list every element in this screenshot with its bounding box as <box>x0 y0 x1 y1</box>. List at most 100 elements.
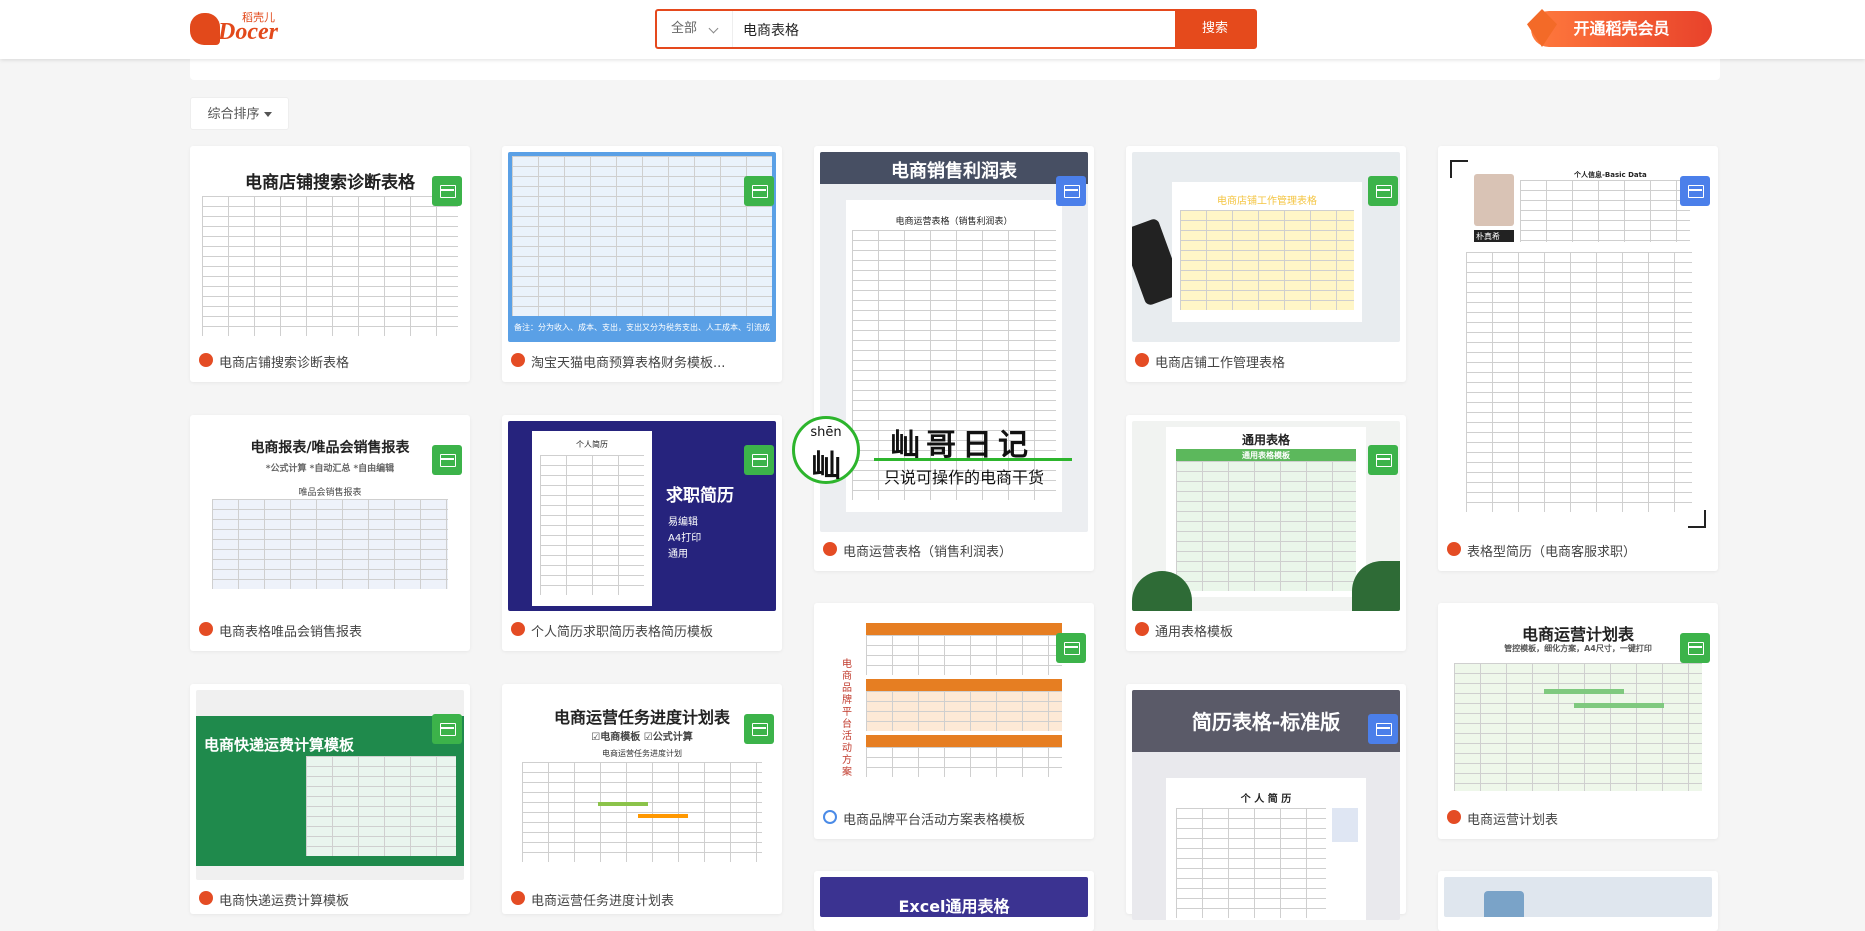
wps-logo-icon <box>1135 353 1149 367</box>
thumbnail-title: 电商报表/唯品会销售报表 <box>250 440 410 456</box>
wps-logo-icon <box>511 891 525 905</box>
template-card[interactable]: Excel通用表格 <box>814 871 1094 931</box>
card-title: 表格型简历（电商客服求职） <box>1467 545 1637 560</box>
vip-button[interactable]: 开通稻壳会员 <box>1527 9 1712 47</box>
caret-down-icon <box>263 112 272 117</box>
thumbnail-subtitle: 通用表格模板 <box>1242 451 1290 460</box>
template-card[interactable]: 电商运营任务进度计划表 ☑电商模板 ☑公式计算 电商运营任务进度计划 电商运营任… <box>502 684 782 914</box>
template-card[interactable] <box>1438 871 1718 931</box>
template-card[interactable]: 电商销售利润表 电商运营表格（销售利润表） 电商运营表格（销售利润表） <box>814 146 1094 571</box>
thumbnail-title: 求职简历 <box>666 486 734 506</box>
template-card[interactable]: 电商报表/唯品会销售报表 *公式计算 *自动汇总 *自由编辑 唯品会销售报表 电… <box>190 415 470 651</box>
thumbnail-caption: 备注：分为收入、成本、支出，支出又分为税务支出、人工成本、引流成本。 <box>514 323 770 332</box>
template-card[interactable]: 简历表格-标准版 个 人 简 历 <box>1126 684 1406 920</box>
template-card[interactable]: 电商店铺搜索诊断表格 电商店铺搜索诊断表格 <box>190 146 470 382</box>
thumbnail-line: 通用 <box>668 549 688 560</box>
card-title: 电商快递运费计算模板 <box>219 894 350 909</box>
watermark-underline <box>874 458 1072 461</box>
search-category-label: 全部 <box>671 21 698 36</box>
spreadsheet-icon <box>744 176 774 206</box>
document-icon <box>1056 176 1086 206</box>
spreadsheet-icon <box>1368 176 1398 206</box>
top-header: Docer 稻壳儿 全部 搜索 开通稻壳会员 <box>0 0 1865 59</box>
thumbnail-line: 易编辑 <box>668 517 698 528</box>
vip-button-label: 开通稻壳会员 <box>1573 19 1670 38</box>
filter-strip <box>190 58 1720 80</box>
template-card[interactable]: 电商品牌平台活动方案 电商品牌平台活动方案表格模板 <box>814 603 1094 839</box>
template-card[interactable]: 个人简历 求职简历 易编辑 A4打印 通用 个人简历求职简历表格简历模板 <box>502 415 782 651</box>
template-card[interactable]: 电商快递运费计算模板 电商快递运费计算模板 <box>190 684 470 914</box>
search-bar: 全部 搜索 <box>655 9 1257 49</box>
thumbnail-name: 朴真希 <box>1476 232 1500 241</box>
docer-logo[interactable]: Docer 稻壳儿 <box>190 9 290 49</box>
template-thumbnail: 个人简历 求职简历 易编辑 A4打印 通用 <box>508 421 776 611</box>
watermark-pinyin: shēn <box>810 425 842 440</box>
sort-dropdown[interactable]: 综合排序 <box>190 97 289 130</box>
spreadsheet-icon <box>432 445 462 475</box>
template-card[interactable]: 通用表格 通用表格模板 通用表格模板 <box>1126 415 1406 651</box>
template-thumbnail: 备注：分为收入、成本、支出，支出又分为税务支出、人工成本、引流成本。 <box>508 152 776 342</box>
template-card[interactable]: 备注：分为收入、成本、支出，支出又分为税务支出、人工成本、引流成本。 淘宝天猫电… <box>502 146 782 382</box>
thumbnail-subtitle: 电商运营表格（销售利润表） <box>895 217 1013 227</box>
watermark-overlay: shēn 屾 屾哥日记 只说可操作的电商干货 <box>792 416 1072 496</box>
watermark-slogan: 只说可操作的电商干货 <box>884 468 1045 487</box>
document-icon <box>1680 176 1710 206</box>
card-title: 个人简历求职简历表格简历模板 <box>531 625 714 640</box>
spreadsheet-icon <box>432 714 462 744</box>
spreadsheet-icon <box>1680 633 1710 663</box>
thumbnail-subtitle: *公式计算 *自动汇总 *自由编辑 <box>265 464 395 474</box>
thumbnail-doc-title: 个 人 简 历 <box>1240 794 1292 805</box>
template-thumbnail: 电商运营计划表 管控模板，细化方案，A4尺寸，一键打印 <box>1444 609 1712 799</box>
spreadsheet-icon <box>1056 633 1086 663</box>
wps-logo-icon <box>1447 542 1461 556</box>
chevron-down-icon <box>708 23 719 34</box>
document-icon <box>1368 714 1398 744</box>
search-input[interactable] <box>741 11 1165 49</box>
template-card[interactable]: 电商店铺工作管理表格 电商店铺工作管理表格 <box>1126 146 1406 382</box>
thumbnail-doc-title: 个人简历 <box>576 440 608 449</box>
card-title: 电商店铺工作管理表格 <box>1155 356 1286 371</box>
wps-logo-icon <box>199 622 213 636</box>
thumbnail-title: 电商快递运费计算模板 <box>204 736 355 754</box>
thumbnail-subtitle: 管控模板，细化方案，A4尺寸，一键打印 <box>1504 644 1652 653</box>
template-thumbnail: 电商报表/唯品会销售报表 *公式计算 *自动汇总 *自由编辑 唯品会销售报表 <box>196 421 464 611</box>
wps-logo-icon <box>199 891 213 905</box>
template-thumbnail: 电商品牌平台活动方案 <box>820 609 1088 799</box>
template-thumbnail <box>1444 877 1712 917</box>
wps-logo-icon <box>511 353 525 367</box>
template-thumbnail: 电商店铺工作管理表格 <box>1132 152 1400 342</box>
thumbnail-title: 电商店铺工作管理表格 <box>1217 196 1317 207</box>
card-title: 电商店铺搜索诊断表格 <box>219 356 350 371</box>
thumbnail-table-title: 唯品会销售报表 <box>298 488 362 498</box>
template-thumbnail: Excel通用表格 <box>820 877 1088 917</box>
thumbnail-title: 通用表格 <box>1241 433 1290 447</box>
wps-logo-icon <box>511 622 525 636</box>
watermark-char: 屾 <box>811 449 841 484</box>
wps-logo-icon <box>199 353 213 367</box>
card-title: 电商运营任务进度计划表 <box>531 894 675 909</box>
card-title: 电商运营表格（销售利润表） <box>843 545 1013 560</box>
template-card[interactable]: 电商运营计划表 管控模板，细化方案，A4尺寸，一键打印 电商运营计划表 <box>1438 603 1718 839</box>
wps-logo-icon <box>823 810 837 824</box>
thumbnail-table-title: 电商运营任务进度计划 <box>602 749 682 758</box>
thumbnail-title: 电商运营任务进度计划表 <box>553 708 730 727</box>
thumbnail-line: A4打印 <box>668 533 702 544</box>
thumbnail-side-text: 电商品牌平台活动方案 <box>842 659 852 778</box>
thumbnail-title: 电商销售利润表 <box>891 161 1017 182</box>
thumbnail-title: 电商运营计划表 <box>1521 625 1634 644</box>
search-button[interactable]: 搜索 <box>1175 11 1255 47</box>
spreadsheet-icon <box>432 176 462 206</box>
template-card[interactable]: 朴真希 个人信息-Basic Data 表格型简历（电商客服求职） <box>1438 146 1718 571</box>
vip-gem-icon <box>1527 9 1557 47</box>
search-category-select[interactable]: 全部 <box>657 11 733 47</box>
card-title: 通用表格模板 <box>1155 625 1234 640</box>
card-title: 电商品牌平台活动方案表格模板 <box>843 813 1026 828</box>
spreadsheet-icon <box>744 445 774 475</box>
card-title: 电商表格唯品会销售报表 <box>219 625 363 640</box>
spreadsheet-icon <box>1368 445 1398 475</box>
spreadsheet-icon <box>744 714 774 744</box>
thumbnail-title: 电商店铺搜索诊断表格 <box>245 173 415 193</box>
template-thumbnail: 朴真希 个人信息-Basic Data <box>1444 152 1712 532</box>
thumbnail-title: 简历表格-标准版 <box>1191 710 1341 734</box>
template-thumbnail: 电商运营任务进度计划表 ☑电商模板 ☑公式计算 电商运营任务进度计划 <box>508 690 776 880</box>
